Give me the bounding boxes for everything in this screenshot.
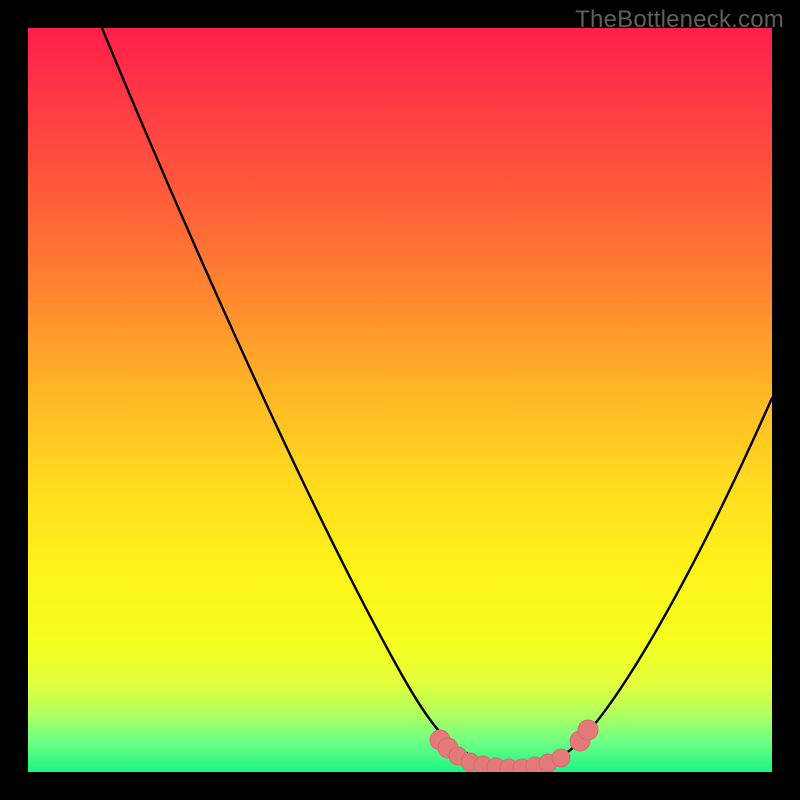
plot-area: [28, 28, 772, 772]
curve-markers: [430, 720, 598, 772]
curve-marker: [578, 720, 598, 740]
curve-layer: [28, 28, 772, 772]
watermark-text: TheBottleneck.com: [575, 6, 784, 34]
bottleneck-curve: [102, 28, 772, 766]
chart-stage: TheBottleneck.com: [0, 0, 800, 800]
curve-marker: [552, 749, 570, 767]
